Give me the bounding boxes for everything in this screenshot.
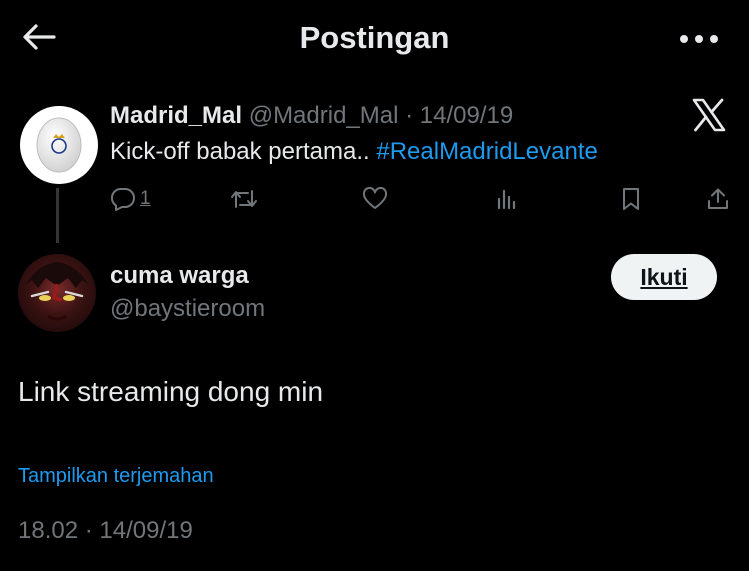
page-title: Postingan	[299, 20, 450, 55]
translate-link[interactable]: Tampilkan terjemahan	[18, 465, 214, 488]
post-text: Link streaming dong min	[18, 376, 324, 407]
x-logo-icon	[691, 98, 731, 138]
author-name[interactable]: Madrid_Mal	[110, 102, 242, 129]
follow-button[interactable]: Ikuti	[611, 254, 717, 300]
reply-icon	[110, 187, 136, 211]
repost-button[interactable]	[230, 184, 258, 214]
author-handle[interactable]: @baystieroom	[110, 295, 265, 323]
share-icon	[706, 187, 730, 211]
post-meta: Madrid_Mal @Madrid_Mal · 14/09/19	[110, 102, 513, 130]
author-handle[interactable]: @Madrid_Mal	[249, 102, 399, 129]
reply-count: 1	[140, 188, 151, 209]
author-name[interactable]: cuma warga	[110, 262, 249, 290]
bookmark-button[interactable]	[620, 184, 642, 214]
post-actions: 1	[110, 184, 730, 214]
post-text-body: Kick-off babak pertama..	[110, 138, 377, 165]
more-horizontal-icon	[679, 31, 719, 49]
avatar[interactable]	[18, 254, 96, 332]
views-button[interactable]	[494, 184, 518, 214]
like-button[interactable]	[362, 184, 388, 214]
views-icon	[494, 187, 518, 211]
reply-button[interactable]: 1	[110, 184, 151, 214]
top-bar: Postingan	[0, 0, 749, 76]
hashtag-link[interactable]: #RealMadridLevante	[376, 138, 597, 165]
egg-avatar-icon	[34, 113, 84, 178]
more-button[interactable]	[675, 22, 723, 58]
post-timestamp: 18.02 · 14/09/19	[18, 517, 193, 544]
heart-icon	[362, 187, 388, 211]
bookmark-icon	[620, 187, 642, 211]
share-button[interactable]	[706, 184, 730, 214]
meta-separator: ·	[405, 102, 414, 129]
post-text: Kick-off babak pertama.. #RealMadridLeva…	[110, 138, 598, 166]
thread-line	[56, 188, 59, 243]
avatar[interactable]	[20, 106, 98, 184]
repost-icon	[230, 187, 258, 211]
post-date: 14/09/19	[419, 102, 514, 129]
parent-post[interactable]: Madrid_Mal @Madrid_Mal · 14/09/19 Kick-o…	[0, 96, 749, 246]
